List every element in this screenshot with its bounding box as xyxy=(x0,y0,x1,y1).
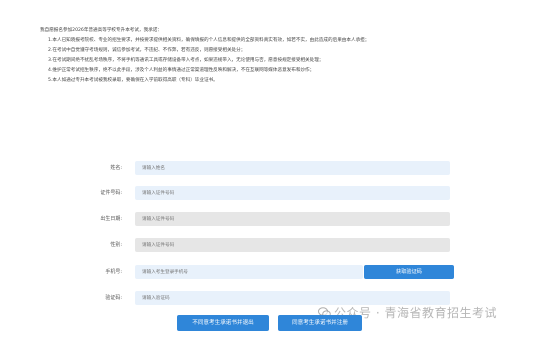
id-number-input[interactable] xyxy=(135,186,450,200)
code-input[interactable] xyxy=(135,291,450,305)
phone-label: 手机号: xyxy=(105,269,122,275)
accept-button[interactable]: 同意考生承诺书并注册 xyxy=(278,315,362,331)
name-input[interactable] xyxy=(135,161,450,175)
gender-label: 性别: xyxy=(110,242,122,248)
phone-input[interactable] xyxy=(135,265,363,279)
gender-input[interactable] xyxy=(135,238,450,252)
birth-date-input[interactable] xyxy=(135,212,450,226)
registration-form: 姓名: 证件号码: 出生日期: 性别: 手机号: 获取验证码 验证码: xyxy=(0,0,540,339)
name-label: 姓名: xyxy=(110,165,122,171)
get-code-button[interactable]: 获取验证码 xyxy=(364,265,454,279)
id-number-label: 证件号码: xyxy=(100,190,122,196)
code-label: 验证码: xyxy=(105,295,122,301)
decline-button[interactable]: 不同意考生承诺书并退出 xyxy=(177,315,269,331)
birth-date-label: 出生日期: xyxy=(100,216,122,222)
